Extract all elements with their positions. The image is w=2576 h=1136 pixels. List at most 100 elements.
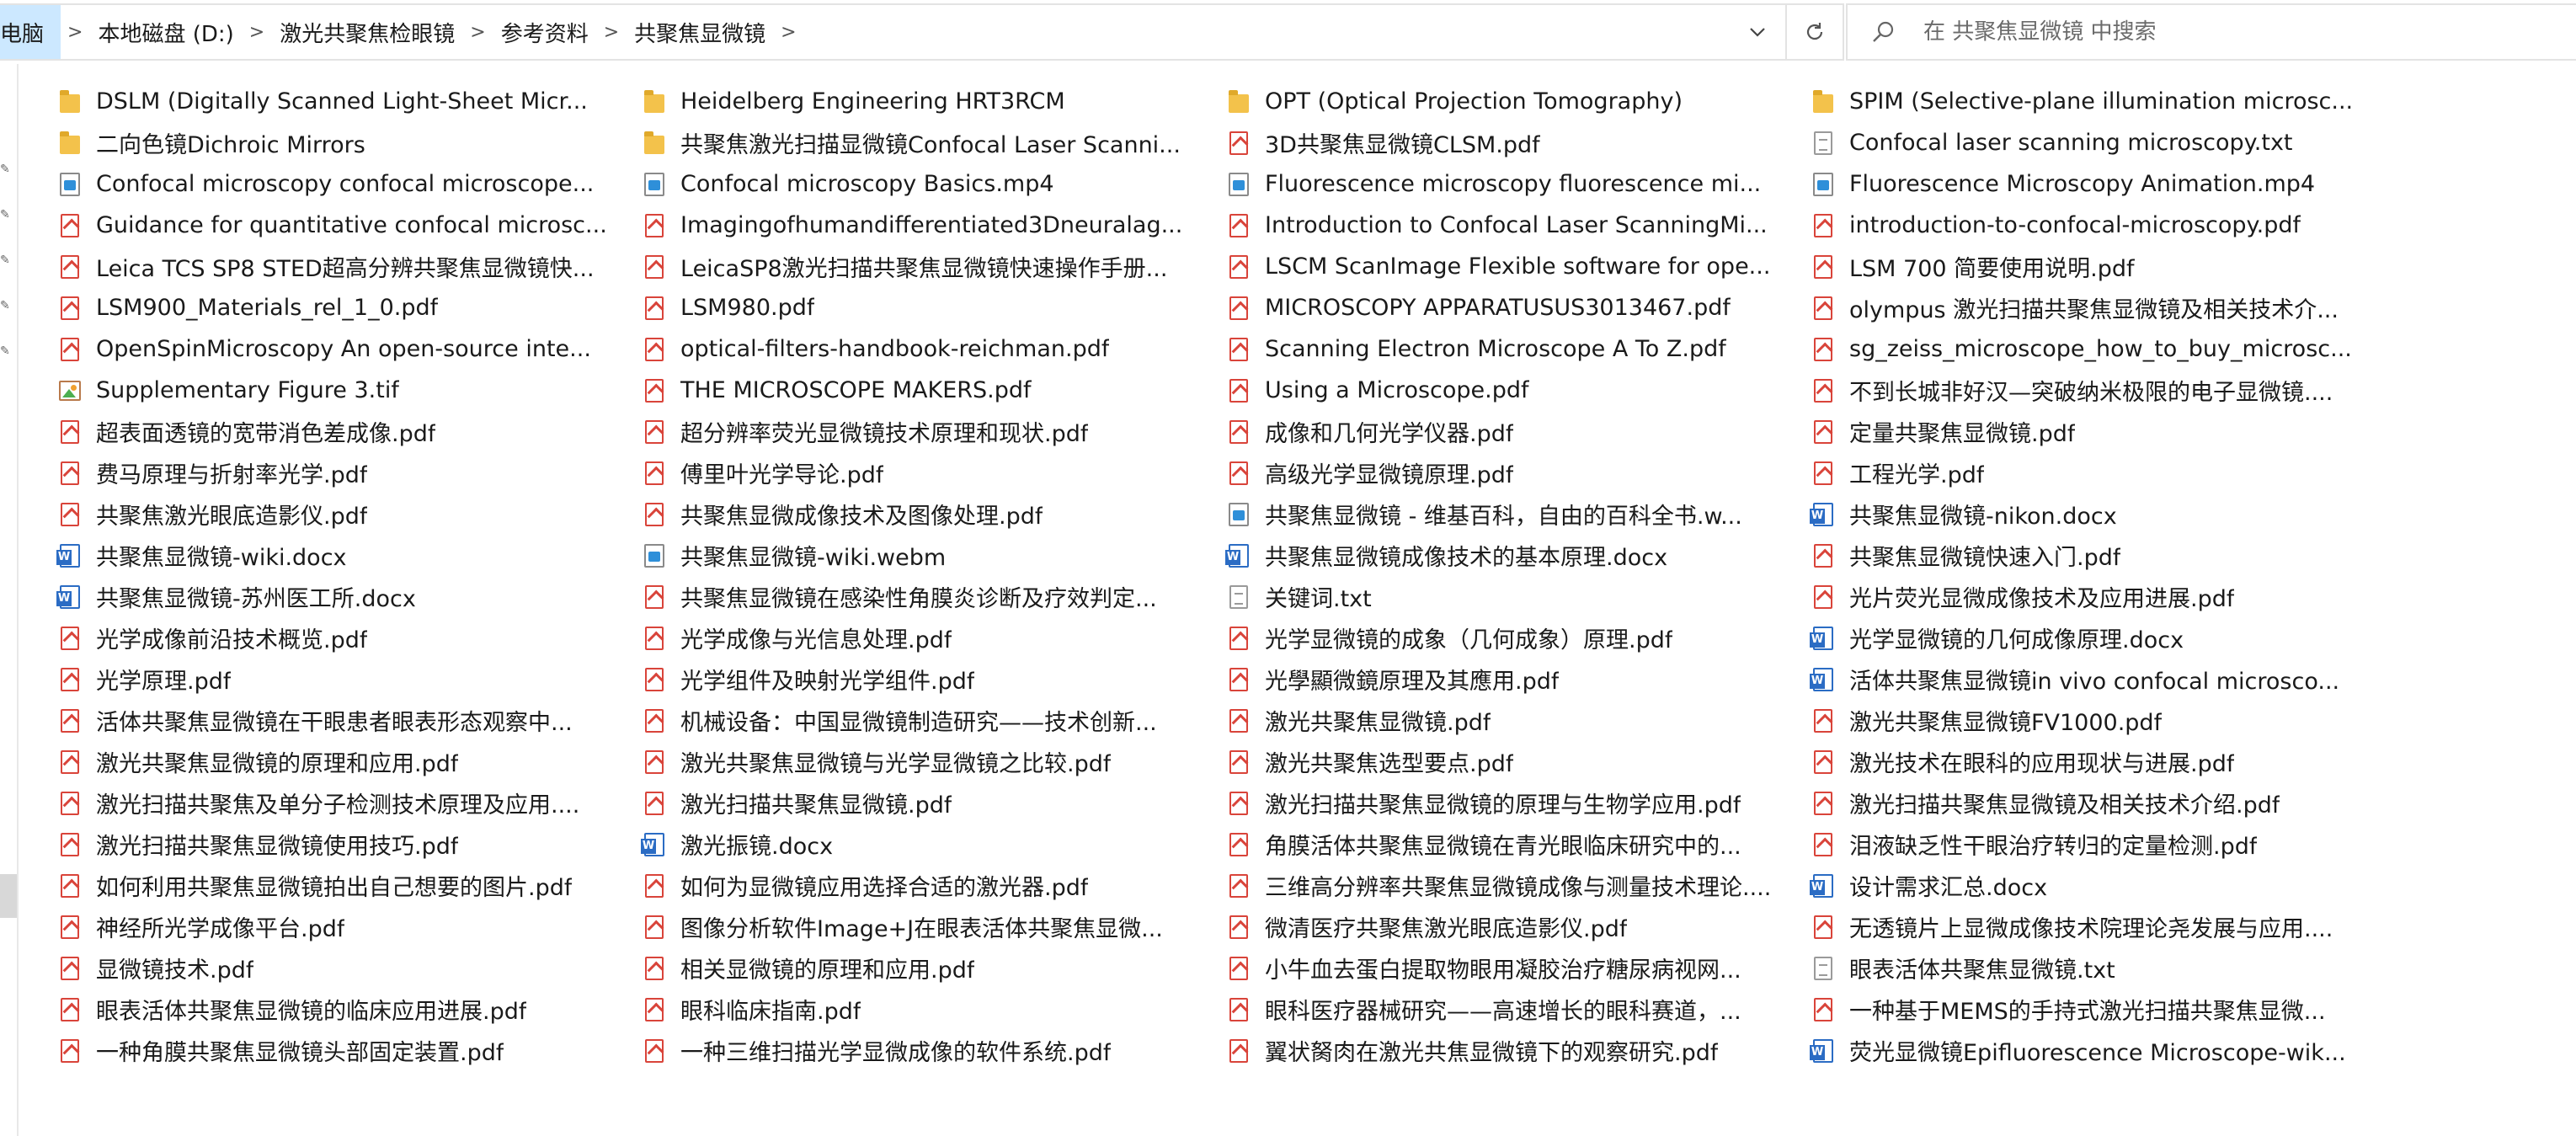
file-item[interactable]: 小牛血去蛋白提取物眼用凝胶治疗糖尿病视网... xyxy=(1228,947,1800,989)
file-item[interactable]: 光学显微镜的成象（几何成象）原理.pdf xyxy=(1228,617,1800,659)
file-item[interactable]: 光學顯微鏡原理及其應用.pdf xyxy=(1228,659,1800,700)
file-item[interactable]: Confocal laser scanning microscopy.txt xyxy=(1812,122,2385,163)
file-item[interactable]: 费马原理与折射率光学.pdf xyxy=(59,452,632,493)
file-item[interactable]: 光学成像与光信息处理.pdf xyxy=(643,617,1216,659)
file-item[interactable]: 显微镜技术.pdf xyxy=(59,947,632,989)
breadcrumb-separator[interactable]: > xyxy=(243,22,271,43)
file-item[interactable]: Fluorescence Microscopy Animation.mp4 xyxy=(1812,163,2385,205)
file-item[interactable]: 超分辨率荧光显微镜技术原理和现状.pdf xyxy=(643,411,1216,452)
file-item[interactable]: LSM980.pdf xyxy=(643,287,1216,328)
file-item[interactable]: 眼科医疗器械研究——高速增长的眼科赛道，... xyxy=(1228,989,1800,1030)
file-item[interactable]: 光学成像前沿技术概览.pdf xyxy=(59,617,632,659)
file-item[interactable]: 一种三维扫描光学显微成像的软件系统.pdf xyxy=(643,1030,1216,1071)
file-item[interactable]: Leica TCS SP8 STED超高分辨共聚焦显微镜快... xyxy=(59,246,632,287)
file-item[interactable]: 如何为显微镜应用选择合适的激光器.pdf xyxy=(643,865,1216,906)
breadcrumb-item[interactable]: 本地磁盘 (D:) xyxy=(89,17,242,48)
breadcrumb-separator[interactable]: > xyxy=(463,22,492,43)
file-item[interactable]: 泪液缺乏性干眼治疗转归的定量检测.pdf xyxy=(1812,824,2385,865)
file-item[interactable]: 激光振镜.docx xyxy=(641,824,1216,865)
file-item[interactable]: 超表面透镜的宽带消色差成像.pdf xyxy=(59,411,632,452)
file-item[interactable]: Guidance for quantitative confocal micro… xyxy=(59,205,632,246)
file-item[interactable]: 光学显微镜的几何成像原理.docx xyxy=(1810,617,2385,659)
file-item[interactable]: introduction-to-confocal-microscopy.pdf xyxy=(1812,205,2385,246)
breadcrumb-item[interactable]: 共聚焦显微镜 xyxy=(626,17,774,48)
breadcrumb-root[interactable]: 电脑 xyxy=(0,5,61,59)
file-item[interactable]: sg_zeiss_microscope_how_to_buy_microsc..… xyxy=(1812,328,2385,370)
file-item[interactable]: MICROSCOPY APPARATUSUS3013467.pdf xyxy=(1228,287,1800,328)
file-item[interactable]: 翼状胬肉在激光共焦显微镜下的观察研究.pdf xyxy=(1228,1030,1800,1071)
file-item[interactable]: 眼科临床指南.pdf xyxy=(643,989,1216,1030)
breadcrumb-item[interactable]: 电脑 xyxy=(0,17,52,48)
search-input[interactable] xyxy=(1922,19,2562,45)
address-dropdown-button[interactable] xyxy=(1730,5,1785,59)
breadcrumb-separator[interactable]: > xyxy=(597,22,626,43)
file-item[interactable]: 一种角膜共聚焦显微镜头部固定装置.pdf xyxy=(59,1030,632,1071)
file-item[interactable]: 工程光学.pdf xyxy=(1812,452,2385,493)
file-item[interactable]: 共聚焦激光眼底造影仪.pdf xyxy=(59,493,632,535)
file-item[interactable]: 激光扫描共聚焦显微镜使用技巧.pdf xyxy=(59,824,632,865)
file-item[interactable]: 二向色镜Dichroic Mirrors xyxy=(59,122,632,163)
file-item[interactable]: 荧光显微镜Epifluorescence Microscope-wik... xyxy=(1810,1030,2385,1071)
file-item[interactable]: 共聚焦显微镜-wiki.docx xyxy=(56,535,632,576)
file-item[interactable]: 共聚焦显微镜成像技术的基本原理.docx xyxy=(1225,535,1800,576)
breadcrumb-item[interactable]: 参考资料 xyxy=(493,17,597,48)
file-item[interactable]: Supplementary Figure 3.tif xyxy=(59,370,632,411)
file-item[interactable]: 激光扫描共聚焦显微镜的原理与生物学应用.pdf xyxy=(1228,782,1800,824)
file-item[interactable]: 高级光学显微镜原理.pdf xyxy=(1228,452,1800,493)
file-item[interactable]: 三维高分辨率共聚焦显微镜成像与测量技术理论.... xyxy=(1228,865,1800,906)
file-item[interactable]: 定量共聚焦显微镜.pdf xyxy=(1812,411,2385,452)
file-item[interactable]: 不到长城非好汉—突破纳米极限的电子显微镜.... xyxy=(1812,370,2385,411)
file-item[interactable]: 关键词.txt xyxy=(1228,576,1800,617)
file-item[interactable]: Confocal microscopy confocal microscope.… xyxy=(59,163,632,205)
refresh-button[interactable] xyxy=(1787,5,1843,59)
file-item[interactable]: 角膜活体共聚焦显微镜在青光眼临床研究中的... xyxy=(1228,824,1800,865)
file-item[interactable]: 机械设备：中国显微镜制造研究——技术创新... xyxy=(643,700,1216,741)
file-item[interactable]: Heidelberg Engineering HRT3RCM xyxy=(643,81,1216,122)
file-item[interactable]: 活体共聚焦显微镜在干眼患者眼表形态观察中... xyxy=(59,700,632,741)
breadcrumb-separator[interactable]: > xyxy=(61,22,89,43)
file-item[interactable]: 共聚焦显微成像技术及图像处理.pdf xyxy=(643,493,1216,535)
navigation-pane[interactable]: ✎ ✎ ✎ ✎ ✎ xyxy=(0,64,19,1136)
file-item[interactable]: Scanning Electron Microscope A To Z.pdf xyxy=(1228,328,1800,370)
file-item[interactable]: 一种基于MEMS的手持式激光扫描共聚焦显微... xyxy=(1812,989,2385,1030)
file-item[interactable]: 激光共聚焦显微镜.pdf xyxy=(1228,700,1800,741)
file-item[interactable]: olympus 激光扫描共聚焦显微镜及相关技术介... xyxy=(1812,287,2385,328)
file-item[interactable]: 傅里叶光学导论.pdf xyxy=(643,452,1216,493)
file-item[interactable]: 激光共聚焦显微镜与光学显微镜之比较.pdf xyxy=(643,741,1216,782)
file-item[interactable]: 成像和几何光学仪器.pdf xyxy=(1228,411,1800,452)
file-item[interactable]: LSCM ScanImage Flexible software for ope… xyxy=(1228,246,1800,287)
file-item[interactable]: Fluorescence microscopy fluorescence mi.… xyxy=(1228,163,1800,205)
file-item[interactable]: 光学组件及映射光学组件.pdf xyxy=(643,659,1216,700)
address-bar[interactable]: 电脑 > 本地磁盘 (D:) > 激光共聚焦检眼镜 > 参考资料 > 共聚焦显微… xyxy=(0,3,1844,61)
file-item[interactable]: SPIM (Selective-plane illumination micro… xyxy=(1812,81,2385,122)
file-item[interactable]: optical-filters-handbook-reichman.pdf xyxy=(643,328,1216,370)
file-item[interactable]: Imagingofhumandifferentiated3Dneuralag..… xyxy=(643,205,1216,246)
file-item[interactable]: 光学原理.pdf xyxy=(59,659,632,700)
file-item[interactable]: OpenSpinMicroscopy An open-source inte..… xyxy=(59,328,632,370)
file-item[interactable]: 激光共聚焦显微镜的原理和应用.pdf xyxy=(59,741,632,782)
file-item[interactable]: 激光共聚焦显微镜FV1000.pdf xyxy=(1812,700,2385,741)
file-item[interactable]: DSLM (Digitally Scanned Light-Sheet Micr… xyxy=(59,81,632,122)
file-item[interactable]: OPT (Optical Projection Tomography) xyxy=(1228,81,1800,122)
file-item[interactable]: 共聚焦显微镜 - 维基百科，自由的百科全书.w... xyxy=(1228,493,1800,535)
file-item[interactable]: 眼表活体共聚焦显微镜.txt xyxy=(1812,947,2385,989)
file-item[interactable]: 激光扫描共聚焦显微镜.pdf xyxy=(643,782,1216,824)
file-item[interactable]: Confocal microscopy Basics.mp4 xyxy=(643,163,1216,205)
navigation-pane-selection[interactable] xyxy=(0,874,17,918)
search-box[interactable] xyxy=(1846,3,2576,61)
file-item[interactable]: THE MICROSCOPE MAKERS.pdf xyxy=(643,370,1216,411)
breadcrumb-item[interactable]: 激光共聚焦检眼镜 xyxy=(271,17,463,48)
file-item[interactable]: LeicaSP8激光扫描共聚焦显微镜快速操作手册... xyxy=(643,246,1216,287)
file-item[interactable]: 眼表活体共聚焦显微镜的临床应用进展.pdf xyxy=(59,989,632,1030)
file-item[interactable]: 如何利用共聚焦显微镜拍出自己想要的图片.pdf xyxy=(59,865,632,906)
file-item[interactable]: 设计需求汇总.docx xyxy=(1810,865,2385,906)
file-item[interactable]: 共聚焦显微镜-苏州医工所.docx xyxy=(56,576,632,617)
file-item[interactable]: 神经所光学成像平台.pdf xyxy=(59,906,632,947)
file-item[interactable]: 无透镜片上显微成像技术院理论尧发展与应用.... xyxy=(1812,906,2385,947)
file-item[interactable]: 激光扫描共聚焦及单分子检测技术原理及应用.... xyxy=(59,782,632,824)
file-item[interactable]: 活体共聚焦显微镜in vivo confocal microsco... xyxy=(1810,659,2385,700)
file-item[interactable]: 激光共聚焦选型要点.pdf xyxy=(1228,741,1800,782)
file-item[interactable]: 激光扫描共聚焦显微镜及相关技术介绍.pdf xyxy=(1812,782,2385,824)
file-item[interactable]: Using a Microscope.pdf xyxy=(1228,370,1800,411)
file-item[interactable]: 相关显微镜的原理和应用.pdf xyxy=(643,947,1216,989)
